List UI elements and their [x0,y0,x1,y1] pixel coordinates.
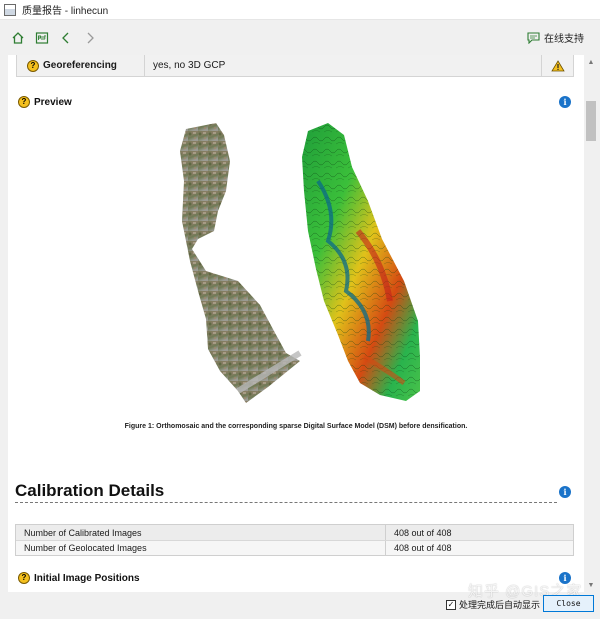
pdf-icon [35,32,49,44]
back-button[interactable] [56,28,76,48]
scroll-thumb[interactable] [586,101,596,141]
online-support-label: 在线支持 [544,34,584,45]
geolocated-images-value: 408 out of 408 [394,543,452,553]
auto-show-label: 处理完成后自动显示 [459,600,541,610]
warning-icon [550,59,565,71]
title-bar: 质量报告 - linhecun [0,0,600,20]
calibrated-images-label: Number of Calibrated Images [16,525,386,540]
export-pdf-button[interactable] [32,28,52,48]
info-icon[interactable]: i [559,96,571,108]
info-icon[interactable]: i [559,486,571,498]
help-icon[interactable]: ? [18,96,30,108]
georeferencing-row: ? Georeferencing yes, no 3D GCP [16,55,574,77]
preview-heading: ? Preview [18,96,72,108]
help-icon[interactable]: ? [27,59,39,72]
vertical-scrollbar[interactable]: ▲ ▼ [584,55,598,592]
orthomosaic-dsm-image [180,123,420,403]
georeferencing-value: yes, no 3D GCP [153,60,226,71]
calibration-details-heading: Calibration Details [15,481,165,500]
table-row: Number of Calibrated Images 408 out of 4… [16,525,573,540]
toolbar: 在线支持 [0,21,600,55]
scroll-up-arrow-icon[interactable]: ▲ [584,55,598,69]
table-row: Number of Geolocated Images 408 out of 4… [16,540,573,555]
chevron-right-icon [87,32,94,44]
initial-image-positions-heading: ? Initial Image Positions [18,572,140,584]
georeferencing-status [541,55,573,76]
checkbox-checked-icon[interactable]: ✓ [446,599,456,610]
scroll-down-arrow-icon[interactable]: ▼ [584,578,598,592]
app-icon [4,3,16,16]
auto-show-checkbox[interactable]: ✓ 处理完成后自动显示 [446,598,540,611]
home-button[interactable] [8,28,28,48]
window-title: 质量报告 - linhecun [22,6,109,17]
geolocated-images-label: Number of Geolocated Images [16,541,386,555]
preview-title: Preview [34,96,72,108]
figure-caption: Figure 1: Orthomosaic and the correspond… [124,423,468,430]
calibration-table: Number of Calibrated Images 408 out of 4… [15,524,574,556]
report-viewport[interactable]: ? Georeferencing yes, no 3D GCP ? Previe… [8,55,584,592]
close-button[interactable]: Close [543,595,594,612]
chevron-left-icon [62,32,69,44]
georeferencing-label: Georeferencing [43,60,117,71]
initial-image-positions-title: Initial Image Positions [34,572,140,584]
help-icon[interactable]: ? [18,572,30,584]
forward-button[interactable] [80,28,100,48]
home-icon [12,32,24,44]
calibrated-images-value: 408 out of 408 [394,527,452,538]
online-support-link[interactable]: 在线支持 [527,30,584,45]
chat-icon [527,31,540,44]
preview-figure [168,121,428,405]
heading-divider [15,502,557,503]
georeferencing-label-cell: ? Georeferencing [17,55,145,76]
